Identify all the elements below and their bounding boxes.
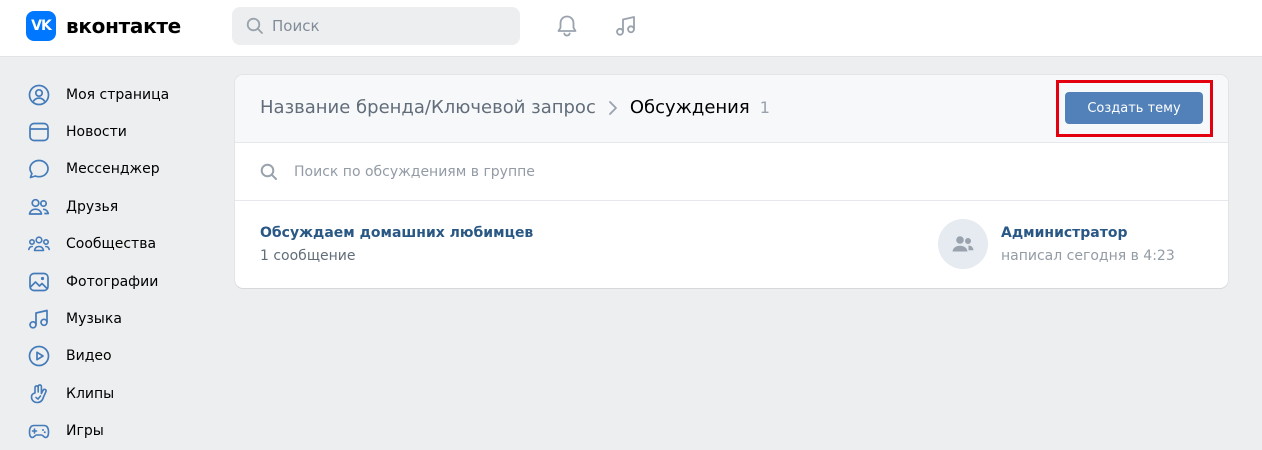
vk-logo-icon: VK (26, 11, 56, 41)
bell-icon[interactable] (553, 12, 581, 40)
sidebar-item-label: Новости (66, 124, 127, 141)
sidebar-item-label: Фотографии (66, 273, 159, 290)
top-bar: VK вконтакте (0, 0, 1262, 57)
topic-title[interactable]: Обсуждаем домашних любимцев (260, 225, 533, 241)
communities-icon (26, 231, 52, 257)
sidebar-item-label: Игры (66, 423, 104, 440)
topic-author[interactable]: Администратор (1001, 225, 1128, 241)
breadcrumb-brand-link[interactable]: Название бренда/Ключевой запрос (260, 97, 596, 118)
sidebar-item-messenger[interactable]: Мессенджер (26, 151, 216, 188)
discussions-card: Название бренда/Ключевой запрос Обсужден… (235, 75, 1228, 288)
logo-text: вконтакте (66, 14, 181, 38)
sidebar-item-label: Друзья (66, 198, 119, 215)
user-circle-icon (26, 82, 52, 108)
discussions-header: Название бренда/Ключевой запрос Обсужден… (235, 75, 1228, 143)
topic-row[interactable]: Обсуждаем домашних любимцев 1 сообщение … (235, 201, 1228, 287)
sidebar-item-communities[interactable]: Сообщества (26, 226, 216, 263)
sidebar-item-label: Клипы (66, 385, 115, 402)
sidebar-item-music[interactable]: Музыка (26, 300, 216, 337)
chevron-right-icon (608, 100, 618, 116)
friends-icon (26, 194, 52, 220)
sidebar-item-video[interactable]: Видео (26, 338, 216, 375)
global-search[interactable] (232, 7, 520, 45)
news-icon (26, 119, 52, 145)
discussions-search[interactable] (235, 143, 1228, 201)
sidebar-item-label: Видео (66, 348, 112, 365)
sidebar-item-photos[interactable]: Фотографии (26, 263, 216, 300)
search-input[interactable] (272, 17, 512, 35)
topic-message-count: 1 сообщение (260, 248, 356, 264)
discussions-count: 1 (759, 98, 770, 117)
sidebar-item-label: Мессенджер (66, 161, 160, 178)
photo-icon (26, 269, 52, 295)
discussions-search-input[interactable] (294, 163, 894, 180)
video-play-icon (26, 343, 52, 369)
breadcrumb-current: Обсуждения (629, 97, 750, 118)
sidebar-item-label: Моя страница (66, 86, 170, 103)
music-note-icon[interactable] (612, 12, 640, 40)
sidebar-item-news[interactable]: Новости (26, 113, 216, 150)
sidebar-item-label: Сообщества (66, 236, 157, 253)
search-icon (260, 163, 277, 180)
left-sidebar: Моя страница Новости Мессенджер Друзья С… (26, 76, 216, 450)
vk-logo[interactable]: VK вконтакте (26, 11, 181, 41)
sidebar-item-friends[interactable]: Друзья (26, 188, 216, 225)
sidebar-item-clips[interactable]: Клипы (26, 375, 216, 412)
sidebar-item-games[interactable]: Игры (26, 413, 216, 450)
avatar[interactable] (938, 219, 988, 269)
clips-icon (26, 381, 52, 407)
sidebar-item-my-page[interactable]: Моя страница (26, 76, 216, 113)
create-topic-button[interactable]: Создать тему (1065, 92, 1203, 124)
group-icon (952, 236, 974, 252)
sidebar-item-label: Музыка (66, 311, 122, 328)
music-icon (26, 306, 52, 332)
breadcrumb: Название бренда/Ключевой запрос Обсужден… (260, 97, 770, 118)
gamepad-icon (26, 418, 52, 444)
topic-timestamp: написал сегодня в 4:23 (1001, 248, 1175, 264)
chat-bubble-icon (26, 156, 52, 182)
search-icon (246, 17, 263, 34)
